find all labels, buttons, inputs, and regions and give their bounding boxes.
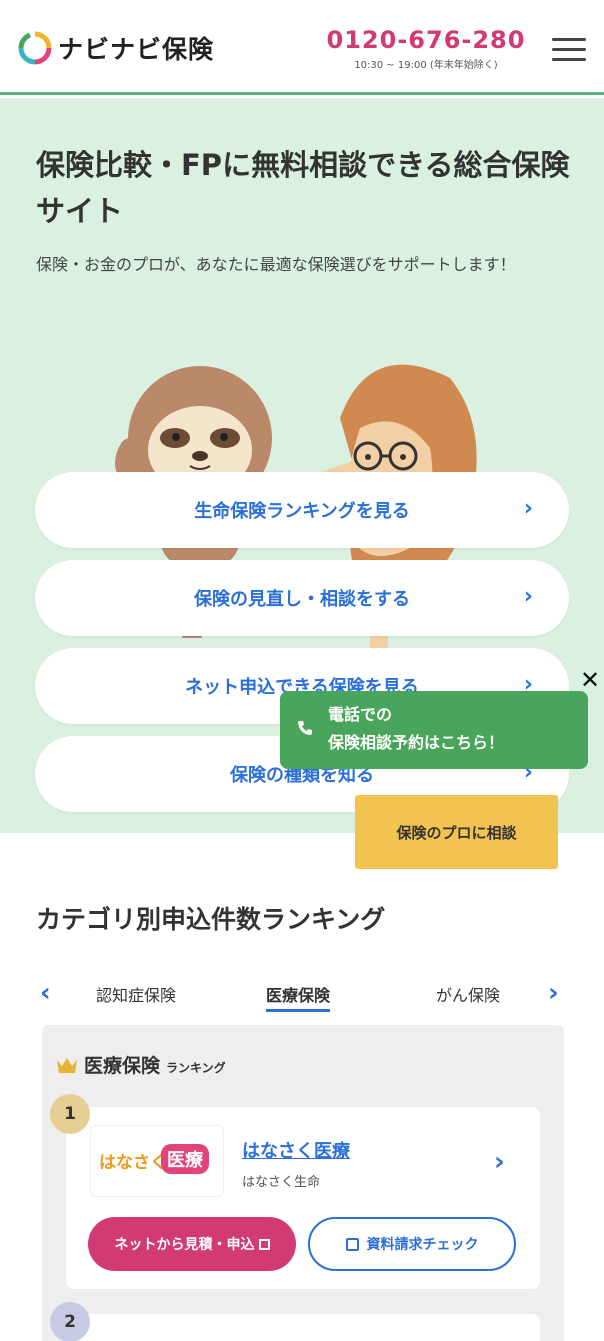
consult-pro-button[interactable]: 保険のプロに相談: [355, 795, 558, 869]
phone-hours: 10:30 ~ 19:00 (年末年始除く): [354, 60, 498, 71]
company-name: はなさく生命: [242, 1175, 321, 1190]
chevron-left-icon[interactable]: ‹: [40, 978, 51, 1008]
tab-dementia-insurance[interactable]: 認知症保険: [96, 982, 176, 1006]
review-consult-button[interactable]: 保険の見直し・相談をする ›: [35, 560, 569, 636]
site-header: ナビナビ保険 0120-676-280 10:30 ~ 19:00 (年末年始除…: [0, 0, 604, 95]
button-label: 生命保険ランキングを見る: [194, 501, 410, 522]
phone-icon: [298, 721, 312, 735]
phone-number[interactable]: 0120-676-280: [326, 26, 526, 54]
product-logo[interactable]: はなさく 医療: [90, 1125, 224, 1197]
tab-medical-insurance[interactable]: 医療保険: [266, 982, 331, 1012]
button-label: 保険の見直し・相談をする: [194, 589, 410, 610]
chevron-right-icon: ›: [523, 496, 533, 521]
logo-mark-icon: [18, 31, 52, 65]
logo-text: ナビナビ保険: [58, 35, 215, 64]
ranking-section-title: カテゴリ別申込件数ランキング: [36, 905, 386, 934]
chevron-right-icon[interactable]: ›: [548, 978, 559, 1008]
panel-title: 医療保険: [84, 1055, 161, 1077]
chevron-right-icon[interactable]: ›: [494, 1147, 505, 1177]
tab-cancer-insurance[interactable]: がん保険: [436, 982, 500, 1006]
close-icon[interactable]: ✕: [577, 666, 603, 694]
popup-line-2: 保険相談予約はこちら！: [328, 733, 505, 752]
rank-badge: 2: [50, 1302, 90, 1341]
ranking-card: はなさく 医療 はなさく医療 はなさく生命 › ネットから見積・申込 資料請求チ…: [66, 1107, 540, 1289]
rank-badge: 1: [50, 1094, 90, 1134]
popup-line-1: 電話での: [328, 705, 393, 724]
logo-text-part1: はなさく: [99, 1153, 167, 1173]
crown-icon: [57, 1058, 77, 1073]
checkbox-icon: [345, 1237, 359, 1251]
hamburger-menu-icon[interactable]: [552, 38, 586, 64]
panel-header: 医療保険 ランキング: [56, 1051, 226, 1078]
button-label: ネットから見積・申込: [114, 1237, 255, 1253]
hero-subtitle: 保険・お金のプロが、あなたに最適な保険選びをサポートします！: [36, 255, 516, 274]
logo-text-part2: 医療: [161, 1144, 209, 1174]
external-link-icon: [258, 1238, 270, 1250]
header-phone[interactable]: 0120-676-280 10:30 ~ 19:00 (年末年始除く): [326, 26, 526, 71]
online-quote-apply-button[interactable]: ネットから見積・申込: [88, 1217, 296, 1271]
panel-subtitle: ランキング: [166, 1061, 226, 1075]
product-name-link[interactable]: はなさく医療: [242, 1137, 350, 1163]
ranking-card: [66, 1314, 540, 1341]
site-logo[interactable]: ナビナビ保険: [18, 30, 214, 66]
button-label: 資料請求チェック: [366, 1237, 479, 1253]
life-insurance-ranking-button[interactable]: 生命保険ランキングを見る ›: [35, 472, 569, 548]
chevron-right-icon: ›: [523, 584, 533, 609]
brochure-check-button[interactable]: 資料請求チェック: [308, 1217, 516, 1271]
hero-title: 保険比較・FPに無料相談できる総合保険サイト: [36, 148, 570, 228]
phone-consult-popup[interactable]: 電話での 保険相談予約はこちら！: [280, 691, 588, 769]
popup-text: 電話での 保険相談予約はこちら！: [328, 701, 504, 757]
